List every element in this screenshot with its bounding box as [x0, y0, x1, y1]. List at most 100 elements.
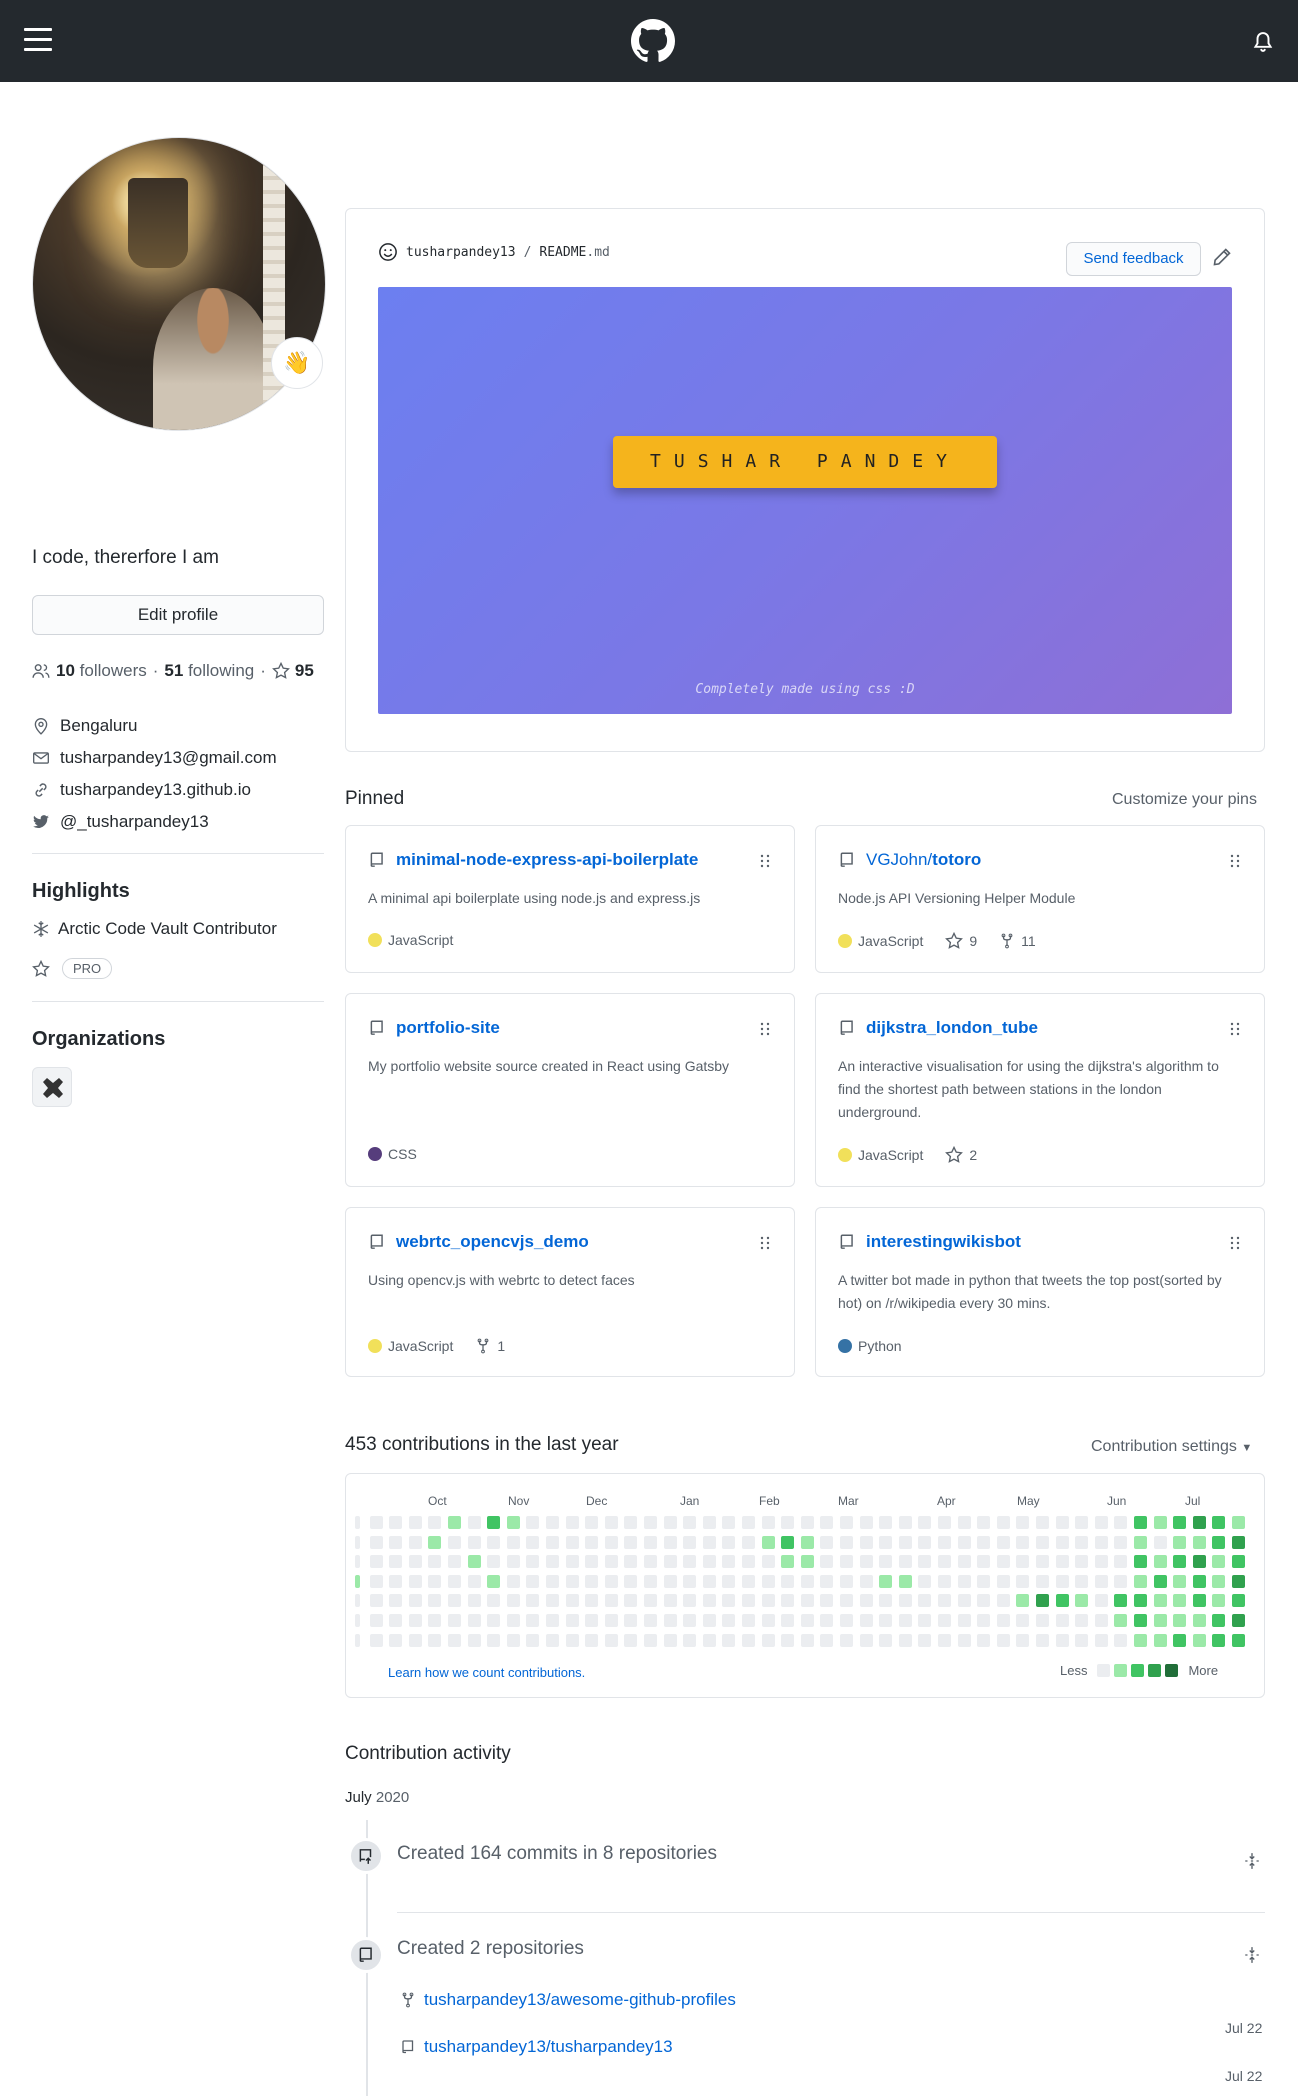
calendar-day[interactable] [898, 1555, 912, 1569]
calendar-day[interactable] [565, 1633, 579, 1647]
calendar-day[interactable] [1094, 1516, 1108, 1529]
calendar-day[interactable] [918, 1633, 932, 1647]
calendar-day[interactable] [624, 1594, 638, 1608]
calendar-day[interactable] [428, 1614, 442, 1627]
repo-forks[interactable]: 1 [475, 1338, 505, 1354]
calendar-day[interactable] [840, 1594, 853, 1608]
calendar-day[interactable] [467, 1535, 481, 1549]
calendar-day[interactable] [1212, 1535, 1226, 1549]
email-item[interactable]: tusharpandey13@gmail.com [32, 742, 277, 774]
calendar-day[interactable] [938, 1555, 951, 1569]
calendar-day[interactable] [1192, 1614, 1206, 1627]
calendar-day[interactable] [957, 1594, 971, 1608]
calendar-day[interactable] [428, 1535, 442, 1549]
calendar-day[interactable] [1016, 1535, 1030, 1549]
twitter-item[interactable]: @_tusharpandey13 [32, 806, 277, 838]
calendar-day[interactable] [1075, 1633, 1089, 1647]
calendar-day[interactable] [996, 1633, 1010, 1647]
calendar-day[interactable] [1173, 1594, 1187, 1608]
calendar-day[interactable] [1075, 1574, 1089, 1588]
pinned-repo-card[interactable]: dijkstra_london_tube An interactive visua… [815, 993, 1265, 1187]
calendar-day[interactable] [879, 1516, 893, 1529]
calendar-day[interactable] [996, 1535, 1010, 1549]
calendar-day[interactable] [957, 1614, 971, 1627]
calendar-day[interactable] [898, 1535, 912, 1549]
calendar-day[interactable] [506, 1555, 520, 1569]
calendar-day[interactable] [820, 1516, 834, 1529]
calendar-day[interactable] [663, 1633, 677, 1647]
calendar-day[interactable] [977, 1574, 991, 1588]
calendar-day[interactable] [355, 1535, 360, 1549]
calendar-day[interactable] [1153, 1633, 1167, 1647]
calendar-day[interactable] [977, 1614, 991, 1627]
calendar-day[interactable] [624, 1614, 638, 1627]
calendar-day[interactable] [820, 1614, 834, 1627]
calendar-day[interactable] [644, 1574, 657, 1588]
calendar-day[interactable] [800, 1633, 814, 1647]
calendar-day[interactable] [355, 1633, 360, 1647]
calendar-day[interactable] [506, 1594, 520, 1608]
calendar-day[interactable] [977, 1516, 991, 1529]
calendar-day[interactable] [702, 1574, 716, 1588]
calendar-day[interactable] [585, 1614, 599, 1627]
calendar-day[interactable] [761, 1594, 775, 1608]
calendar-day[interactable] [428, 1594, 442, 1608]
calendar-day[interactable] [565, 1516, 579, 1529]
calendar-day[interactable] [546, 1535, 559, 1549]
calendar-day[interactable] [761, 1555, 775, 1569]
calendar-day[interactable] [1134, 1516, 1147, 1529]
calendar-day[interactable] [742, 1516, 755, 1529]
calendar-day[interactable] [1232, 1535, 1245, 1549]
calendar-day[interactable] [820, 1594, 834, 1608]
calendar-day[interactable] [761, 1614, 775, 1627]
calendar-day[interactable] [467, 1614, 481, 1627]
calendar-day[interactable] [1075, 1516, 1089, 1529]
repo-forks[interactable]: 11 [999, 933, 1036, 949]
calendar-day[interactable] [389, 1633, 403, 1647]
calendar-day[interactable] [781, 1574, 795, 1588]
calendar-day[interactable] [1075, 1535, 1089, 1549]
calendar-day[interactable] [1192, 1594, 1206, 1608]
pinned-repo-card[interactable]: VGJohn/totoro Node.js API Versioning Help… [815, 825, 1265, 973]
calendar-day[interactable] [683, 1535, 697, 1549]
calendar-day[interactable] [1212, 1555, 1226, 1569]
calendar-day[interactable] [879, 1614, 893, 1627]
calendar-day[interactable] [467, 1594, 481, 1608]
calendar-day[interactable] [859, 1633, 873, 1647]
drag-handle-icon[interactable] [760, 854, 770, 868]
calendar-day[interactable] [800, 1574, 814, 1588]
calendar-day[interactable] [1134, 1633, 1147, 1647]
calendar-day[interactable] [487, 1633, 501, 1647]
calendar-day[interactable] [702, 1516, 716, 1529]
calendar-day[interactable] [389, 1516, 403, 1529]
calendar-day[interactable] [898, 1594, 912, 1608]
customize-pins-link[interactable]: Customize your pins [1112, 791, 1257, 809]
calendar-day[interactable] [1232, 1574, 1245, 1588]
calendar-day[interactable] [369, 1574, 383, 1588]
calendar-day[interactable] [448, 1516, 461, 1529]
calendar-day[interactable] [957, 1555, 971, 1569]
calendar-day[interactable] [604, 1594, 618, 1608]
calendar-day[interactable] [859, 1535, 873, 1549]
calendar-day[interactable] [918, 1574, 932, 1588]
highlight-arctic-vault[interactable]: Arctic Code Vault Contributor [32, 919, 277, 939]
calendar-day[interactable] [355, 1555, 360, 1569]
calendar-day[interactable] [526, 1555, 540, 1569]
calendar-day[interactable] [742, 1633, 755, 1647]
calendar-day[interactable] [1134, 1594, 1147, 1608]
calendar-day[interactable] [918, 1614, 932, 1627]
pinned-repo-card[interactable]: interestingwikisbot A twitter bot made in… [815, 1207, 1265, 1377]
calendar-day[interactable] [996, 1614, 1010, 1627]
calendar-day[interactable] [1153, 1555, 1167, 1569]
calendar-day[interactable] [800, 1614, 814, 1627]
calendar-day[interactable] [448, 1555, 461, 1569]
calendar-day[interactable] [722, 1594, 736, 1608]
created-repo-link[interactable]: tusharpandey13/awesome-github-profiles [424, 1990, 736, 2010]
pinned-repo-card[interactable]: webrtc_opencvjs_demo Using opencv.js with… [345, 1207, 795, 1377]
drag-handle-icon[interactable] [760, 1022, 770, 1036]
calendar-day[interactable] [702, 1594, 716, 1608]
calendar-day[interactable] [761, 1516, 775, 1529]
expand-toggle-icon[interactable] [1243, 1946, 1261, 1964]
calendar-day[interactable] [1114, 1535, 1128, 1549]
calendar-day[interactable] [408, 1516, 422, 1529]
